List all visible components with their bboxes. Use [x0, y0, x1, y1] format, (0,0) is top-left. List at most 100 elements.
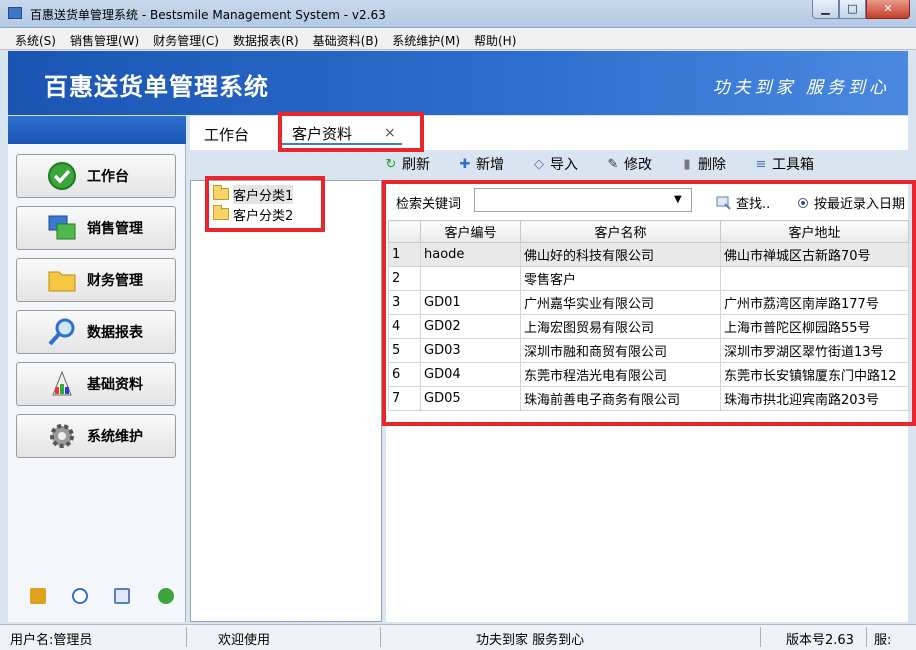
menu-basic-data[interactable]: 基础资料(B) [306, 28, 386, 49]
customer-code[interactable]: GD05 [420, 386, 521, 411]
edit-icon: ✎ [607, 156, 619, 172]
tree-item-label: 客户分类1 [233, 184, 294, 204]
tab-workbench[interactable]: 工作台 [204, 124, 249, 145]
table-row[interactable]: 7 GD05 珠海前善电子商务有限公司 珠海市拱北迎宾南路203号 [388, 386, 909, 411]
menu-system[interactable]: 系统(S) [8, 28, 63, 49]
table-row[interactable]: 3 GD01 广州嘉华实业有限公司 广州市荔湾区南岸路177号 [388, 290, 909, 315]
sidebar: 工作台 销售管理 财务管理 数据报表 基础资料 系统维护 [8, 144, 186, 622]
table-header-row: 客户编号 客户名称 客户地址 [388, 220, 909, 243]
tree-item-category-1[interactable]: 客户分类1 [213, 184, 294, 204]
sidebar-item-label: 财务管理 [87, 273, 143, 289]
refresh-button[interactable]: ↻ 刷新 [384, 154, 430, 174]
delete-button[interactable]: ▮ 删除 [680, 154, 726, 174]
import-button[interactable]: ◇ 导入 [532, 154, 578, 174]
edit-button[interactable]: ✎ 修改 [606, 154, 652, 174]
customer-name[interactable]: 广州嘉华实业有限公司 [520, 290, 721, 315]
customer-name[interactable]: 深圳市融和商贸有限公司 [520, 338, 721, 363]
menu-help[interactable]: 帮助(H) [467, 28, 523, 49]
sidebar-item-workbench[interactable]: 工作台 [16, 154, 176, 198]
trash-icon: ▮ [683, 156, 691, 172]
customer-name[interactable]: 零售客户 [520, 266, 721, 291]
row-index: 4 [388, 314, 421, 339]
row-index: 3 [388, 290, 421, 315]
column-header-name[interactable]: 客户名称 [520, 220, 721, 243]
customer-name[interactable]: 佛山好的科技有限公司 [520, 242, 721, 267]
import-label: 导入 [550, 157, 578, 173]
find-button[interactable]: 查找.. [716, 193, 770, 212]
sidebar-item-basic-data[interactable]: 基础资料 [16, 362, 176, 406]
import-icon: ◇ [534, 156, 544, 172]
maximize-button[interactable]: □ [839, 0, 866, 19]
radio-icon [798, 197, 808, 208]
customer-address[interactable]: 深圳市罗湖区翠竹街道13号 [720, 338, 909, 363]
toolbox-button[interactable]: ≡ 工具箱 [754, 154, 814, 174]
sort-label: 按最近录入日期 [814, 197, 906, 212]
customer-address[interactable]: 广州市荔湾区南岸路177号 [720, 290, 909, 315]
add-button[interactable]: ✚ 新增 [458, 154, 504, 174]
customer-address[interactable]: 上海市普陀区柳园路55号 [720, 314, 909, 339]
system-title: 百惠送货单管理系统 [44, 73, 269, 101]
search-label: 检索关键词 [396, 197, 462, 212]
sidebar-item-reports[interactable]: 数据报表 [16, 310, 176, 354]
customer-address[interactable] [720, 266, 909, 291]
refresh-icon: ↻ [385, 156, 397, 172]
chevron-down-icon[interactable]: ▼ [674, 194, 682, 205]
row-index: 1 [388, 242, 421, 267]
tab-close-icon[interactable]: × [384, 125, 396, 141]
customer-code[interactable] [420, 266, 521, 291]
sidebar-item-sales[interactable]: 销售管理 [16, 206, 176, 250]
table-row[interactable]: 5 GD03 深圳市融和商贸有限公司 深圳市罗湖区翠竹街道13号 [388, 338, 909, 363]
customer-name[interactable]: 东莞市程浩光电有限公司 [520, 362, 721, 387]
table-row[interactable]: 2 零售客户 [388, 266, 909, 291]
customer-code[interactable]: GD01 [420, 290, 521, 315]
table-row[interactable]: 6 GD04 东莞市程浩光电有限公司 东莞市长安镇锦厦东门中路12 [388, 362, 909, 387]
customer-name[interactable]: 珠海前善电子商务有限公司 [520, 386, 721, 411]
category-tree: 客户分类1 客户分类2 [190, 180, 382, 622]
row-index: 2 [388, 266, 421, 291]
keyword-combo[interactable] [474, 188, 692, 212]
table-row[interactable]: 4 GD02 上海宏图贸易有限公司 上海市普陀区柳园路55号 [388, 314, 909, 339]
column-header-address[interactable]: 客户地址 [720, 220, 909, 243]
tab-bar: 工作台 客户资料 × [190, 116, 908, 150]
row-index: 6 [388, 362, 421, 387]
customer-code[interactable]: GD04 [420, 362, 521, 387]
back-icon[interactable] [158, 588, 174, 604]
search-icon[interactable] [114, 588, 130, 604]
customer-table: 客户编号 客户名称 客户地址 1 haode 佛山好的科技有限公司 佛山市禅城区… [388, 220, 909, 411]
minimize-button[interactable]: ▁ [812, 0, 839, 19]
add-label: 新增 [476, 157, 504, 173]
folder-icon [213, 205, 229, 220]
title-bar: 百惠送货单管理系统 - Bestsmile Management System … [0, 0, 916, 28]
search-icon [716, 196, 731, 210]
menu-sales[interactable]: 销售管理(W) [63, 28, 146, 49]
sidebar-item-maintenance[interactable]: 系统维护 [16, 414, 176, 458]
menu-maintenance[interactable]: 系统维护(M) [385, 28, 467, 49]
customer-address[interactable]: 珠海市拱北迎宾南路203号 [720, 386, 909, 411]
plus-icon: ✚ [459, 156, 471, 172]
customer-address[interactable]: 佛山市禅城区古新路70号 [720, 242, 909, 267]
customer-code[interactable]: GD03 [420, 338, 521, 363]
tree-item-category-2[interactable]: 客户分类2 [213, 205, 293, 224]
menu-reports[interactable]: 数据报表(R) [226, 28, 306, 49]
row-index: 5 [388, 338, 421, 363]
toolbar: ↻ 刷新 ✚ 新增 ◇ 导入 ✎ 修改 ▮ 删除 ≡ 工具箱 [384, 152, 908, 176]
status-slogan: 功夫到家 服务到心 [476, 633, 585, 648]
customer-code[interactable]: GD02 [420, 314, 521, 339]
menu-finance[interactable]: 财务管理(C) [146, 28, 226, 49]
sidebar-item-finance[interactable]: 财务管理 [16, 258, 176, 302]
close-button[interactable]: ✕ [866, 0, 910, 19]
table-row[interactable]: 1 haode 佛山好的科技有限公司 佛山市禅城区古新路70号 [388, 242, 909, 267]
column-header-index[interactable] [388, 220, 421, 243]
key-icon[interactable] [30, 588, 46, 604]
customer-code[interactable]: haode [420, 242, 521, 267]
find-label: 查找.. [736, 197, 771, 212]
menu-bar: 系统(S) 销售管理(W) 财务管理(C) 数据报表(R) 基础资料(B) 系统… [0, 28, 916, 50]
sort-recent-radio[interactable]: 按最近录入日期 [798, 193, 905, 212]
column-header-code[interactable]: 客户编号 [420, 220, 521, 243]
clock-icon[interactable] [72, 588, 88, 604]
status-version: 版本号2.63 [786, 633, 854, 648]
customer-name[interactable]: 上海宏图贸易有限公司 [520, 314, 721, 339]
sidebar-footer [8, 588, 186, 608]
sidebar-item-label: 销售管理 [87, 221, 143, 237]
customer-address[interactable]: 东莞市长安镇锦厦东门中路12 [720, 362, 909, 387]
